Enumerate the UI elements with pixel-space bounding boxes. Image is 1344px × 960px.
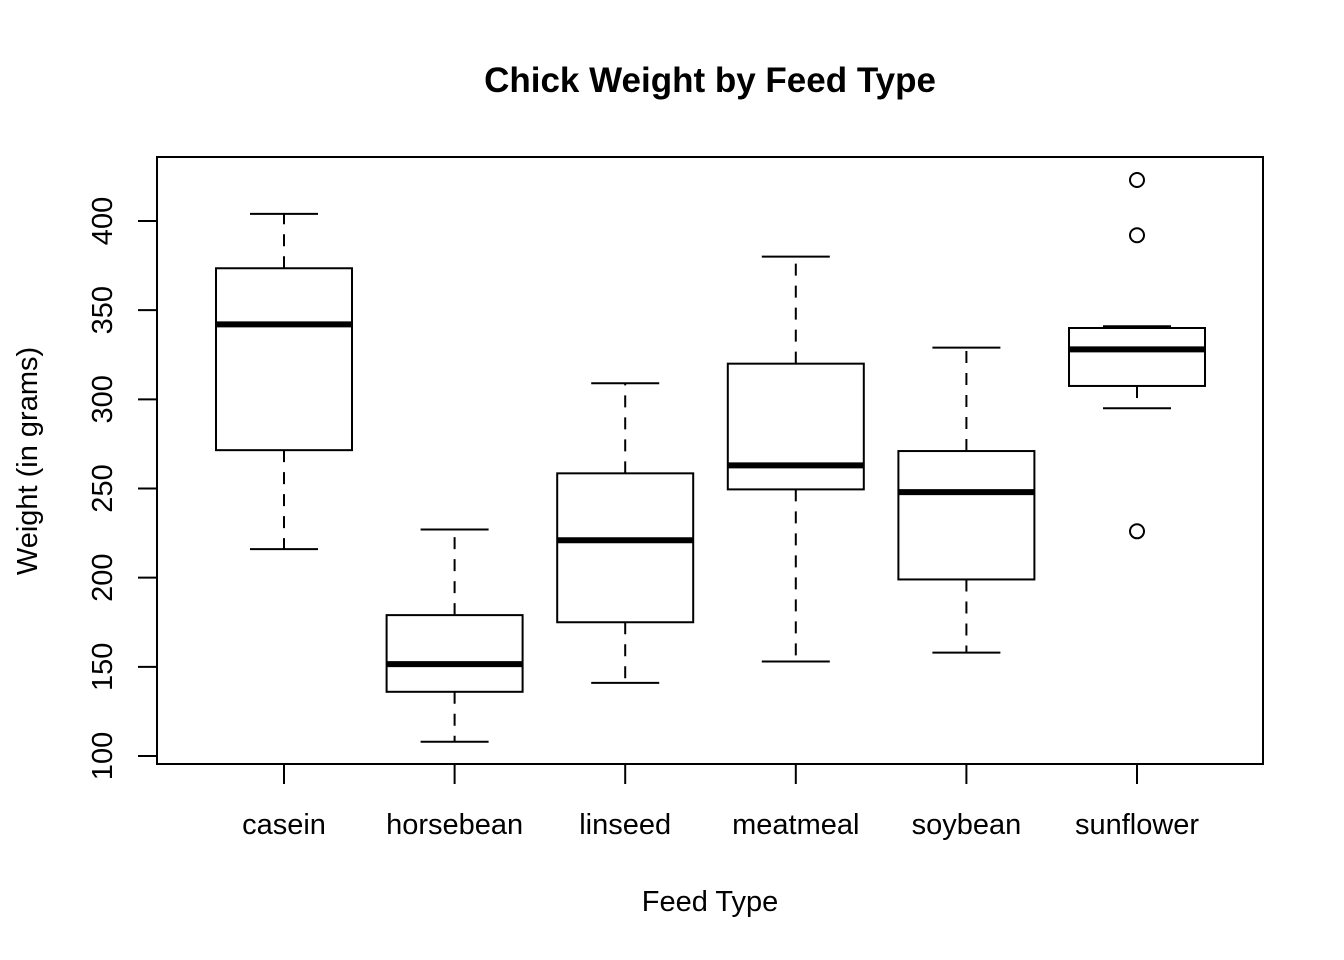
box-horsebean bbox=[385, 528, 524, 743]
x-tick-label-meatmeal: meatmeal bbox=[732, 809, 859, 841]
x-tick-label-horsebean: horsebean bbox=[386, 809, 523, 841]
x-tick-label-linseed: linseed bbox=[579, 809, 671, 841]
box-sunflower bbox=[1068, 171, 1206, 540]
box-linseed bbox=[556, 382, 695, 684]
x-tick-label-casein: casein bbox=[242, 809, 326, 841]
boxes-layer bbox=[215, 171, 1206, 743]
y-axis: 100 150 200 250 300 350 400 bbox=[87, 197, 158, 780]
x-axis: casein horsebean linseed meatmeal soybean sun… bbox=[242, 764, 1199, 841]
y-tick-label: 250 bbox=[87, 464, 119, 512]
iqr-box bbox=[897, 450, 1036, 581]
iqr-box bbox=[726, 362, 865, 491]
outlier-point bbox=[1129, 227, 1145, 244]
outlier-point bbox=[1129, 523, 1145, 540]
y-axis-label: Weight (in grams) bbox=[12, 347, 44, 575]
box-soybean bbox=[897, 346, 1036, 654]
y-tick-label: 300 bbox=[87, 375, 119, 423]
iqr-box bbox=[1068, 327, 1206, 387]
x-tick-label-soybean: soybean bbox=[912, 809, 1022, 841]
chart-title: Chick Weight by Feed Type bbox=[484, 61, 936, 100]
y-tick-label: 400 bbox=[87, 197, 119, 245]
x-axis-label: Feed Type bbox=[642, 886, 779, 918]
boxplot-chart: Chick Weight by Feed Type 100 150 200 250 30… bbox=[12, 61, 1264, 918]
y-tick-label: 150 bbox=[87, 643, 119, 691]
iqr-box bbox=[556, 472, 695, 624]
x-tick-label-sunflower: sunflower bbox=[1075, 809, 1199, 841]
plot-frame bbox=[156, 156, 1264, 765]
iqr-box bbox=[385, 614, 524, 693]
box-meatmeal bbox=[726, 255, 865, 663]
y-tick-label: 100 bbox=[87, 732, 119, 780]
box-casein bbox=[215, 212, 353, 551]
y-tick-label: 350 bbox=[87, 286, 119, 334]
y-tick-label: 200 bbox=[87, 553, 119, 601]
iqr-box bbox=[215, 267, 353, 452]
outlier-point bbox=[1129, 171, 1145, 188]
